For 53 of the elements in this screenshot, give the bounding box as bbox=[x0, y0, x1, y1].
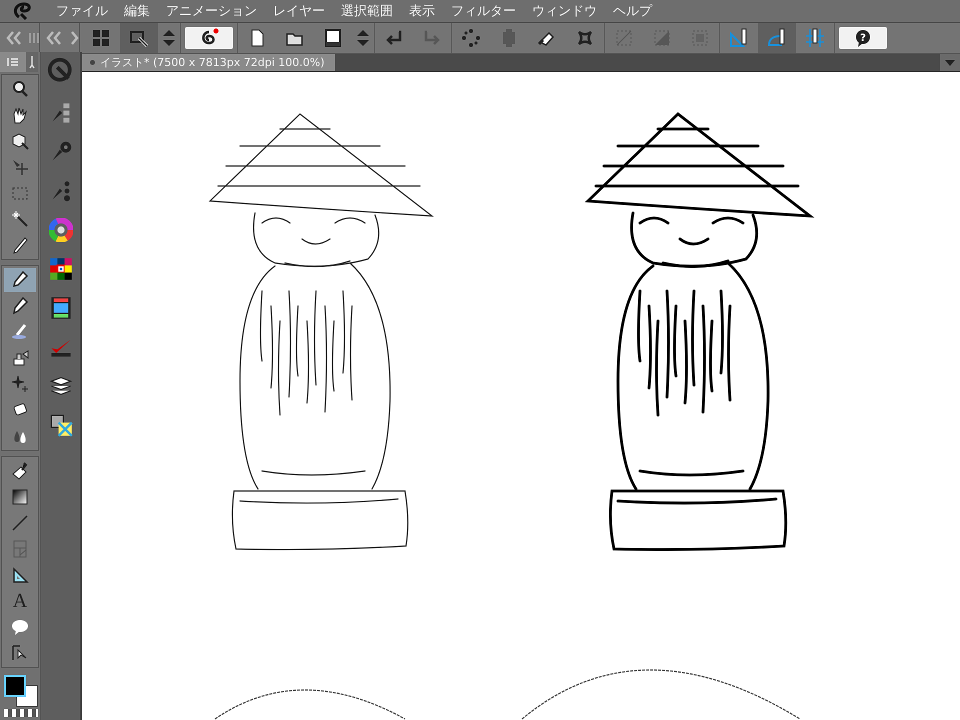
list-tab[interactable] bbox=[0, 52, 26, 72]
layer-move-button[interactable] bbox=[120, 23, 158, 53]
layers-icon bbox=[48, 374, 72, 398]
bucket-icon bbox=[10, 461, 30, 481]
move-icon bbox=[10, 157, 30, 177]
dotted-square-icon bbox=[690, 28, 710, 48]
save-icon bbox=[323, 28, 343, 48]
menu-item[interactable]: レイヤー bbox=[265, 2, 333, 20]
pen-icon bbox=[10, 270, 30, 290]
layer-move-icon bbox=[129, 28, 149, 48]
menu-item[interactable]: 編集 bbox=[116, 2, 158, 20]
layout-icon bbox=[91, 28, 111, 48]
grid-ruler-icon bbox=[805, 28, 825, 48]
menu-item[interactable]: ファイル bbox=[48, 2, 116, 20]
line-icon bbox=[10, 513, 30, 533]
pen-icon bbox=[28, 55, 36, 69]
color-wheel-icon bbox=[48, 218, 72, 242]
caret-icon bbox=[944, 58, 956, 66]
menu-item[interactable]: ウィンドウ bbox=[524, 2, 605, 20]
color-grid-icon bbox=[48, 257, 72, 281]
pen-tool[interactable] bbox=[4, 268, 36, 292]
ruler-button[interactable] bbox=[758, 23, 796, 53]
menu-item[interactable]: アニメーション bbox=[158, 2, 265, 20]
zoom-icon bbox=[10, 79, 30, 99]
menu-item[interactable]: フィルター bbox=[443, 2, 524, 20]
cube-icon bbox=[10, 131, 30, 151]
gradient-icon bbox=[10, 487, 30, 507]
menu-item[interactable]: 表示 bbox=[401, 2, 443, 20]
dropdown-button[interactable] bbox=[940, 54, 960, 71]
magic-wand-icon bbox=[10, 209, 30, 229]
menu-item[interactable]: 選択範囲 bbox=[333, 2, 401, 20]
ruler-icon bbox=[729, 28, 749, 48]
document-tab[interactable]: イラスト* (7500 x 7813px 72dpi 100.0%) bbox=[82, 54, 335, 71]
bracket-icon bbox=[575, 28, 595, 48]
film-icon bbox=[48, 296, 72, 320]
help-button[interactable]: ? bbox=[839, 27, 887, 49]
menu-item[interactable]: ヘルプ bbox=[605, 2, 660, 20]
spiral-button[interactable] bbox=[185, 27, 233, 49]
list-icon bbox=[6, 56, 20, 68]
pen-tab[interactable] bbox=[26, 52, 38, 72]
diagonal-square-icon bbox=[614, 28, 634, 48]
pencil-icon bbox=[10, 296, 30, 316]
navigator-icon bbox=[48, 413, 72, 437]
triangle-square-icon bbox=[652, 28, 672, 48]
ruler-icon bbox=[767, 28, 787, 48]
transparent-color-swatch[interactable] bbox=[4, 709, 38, 717]
dots-icon bbox=[461, 28, 481, 48]
drawing-canvas[interactable] bbox=[82, 72, 960, 720]
color-swatch-drawing[interactable] bbox=[2, 673, 40, 709]
eyedropper-icon bbox=[10, 235, 30, 255]
text-tool[interactable]: A bbox=[4, 589, 36, 613]
sparkle-icon bbox=[10, 374, 30, 394]
balloon-icon bbox=[10, 617, 30, 637]
